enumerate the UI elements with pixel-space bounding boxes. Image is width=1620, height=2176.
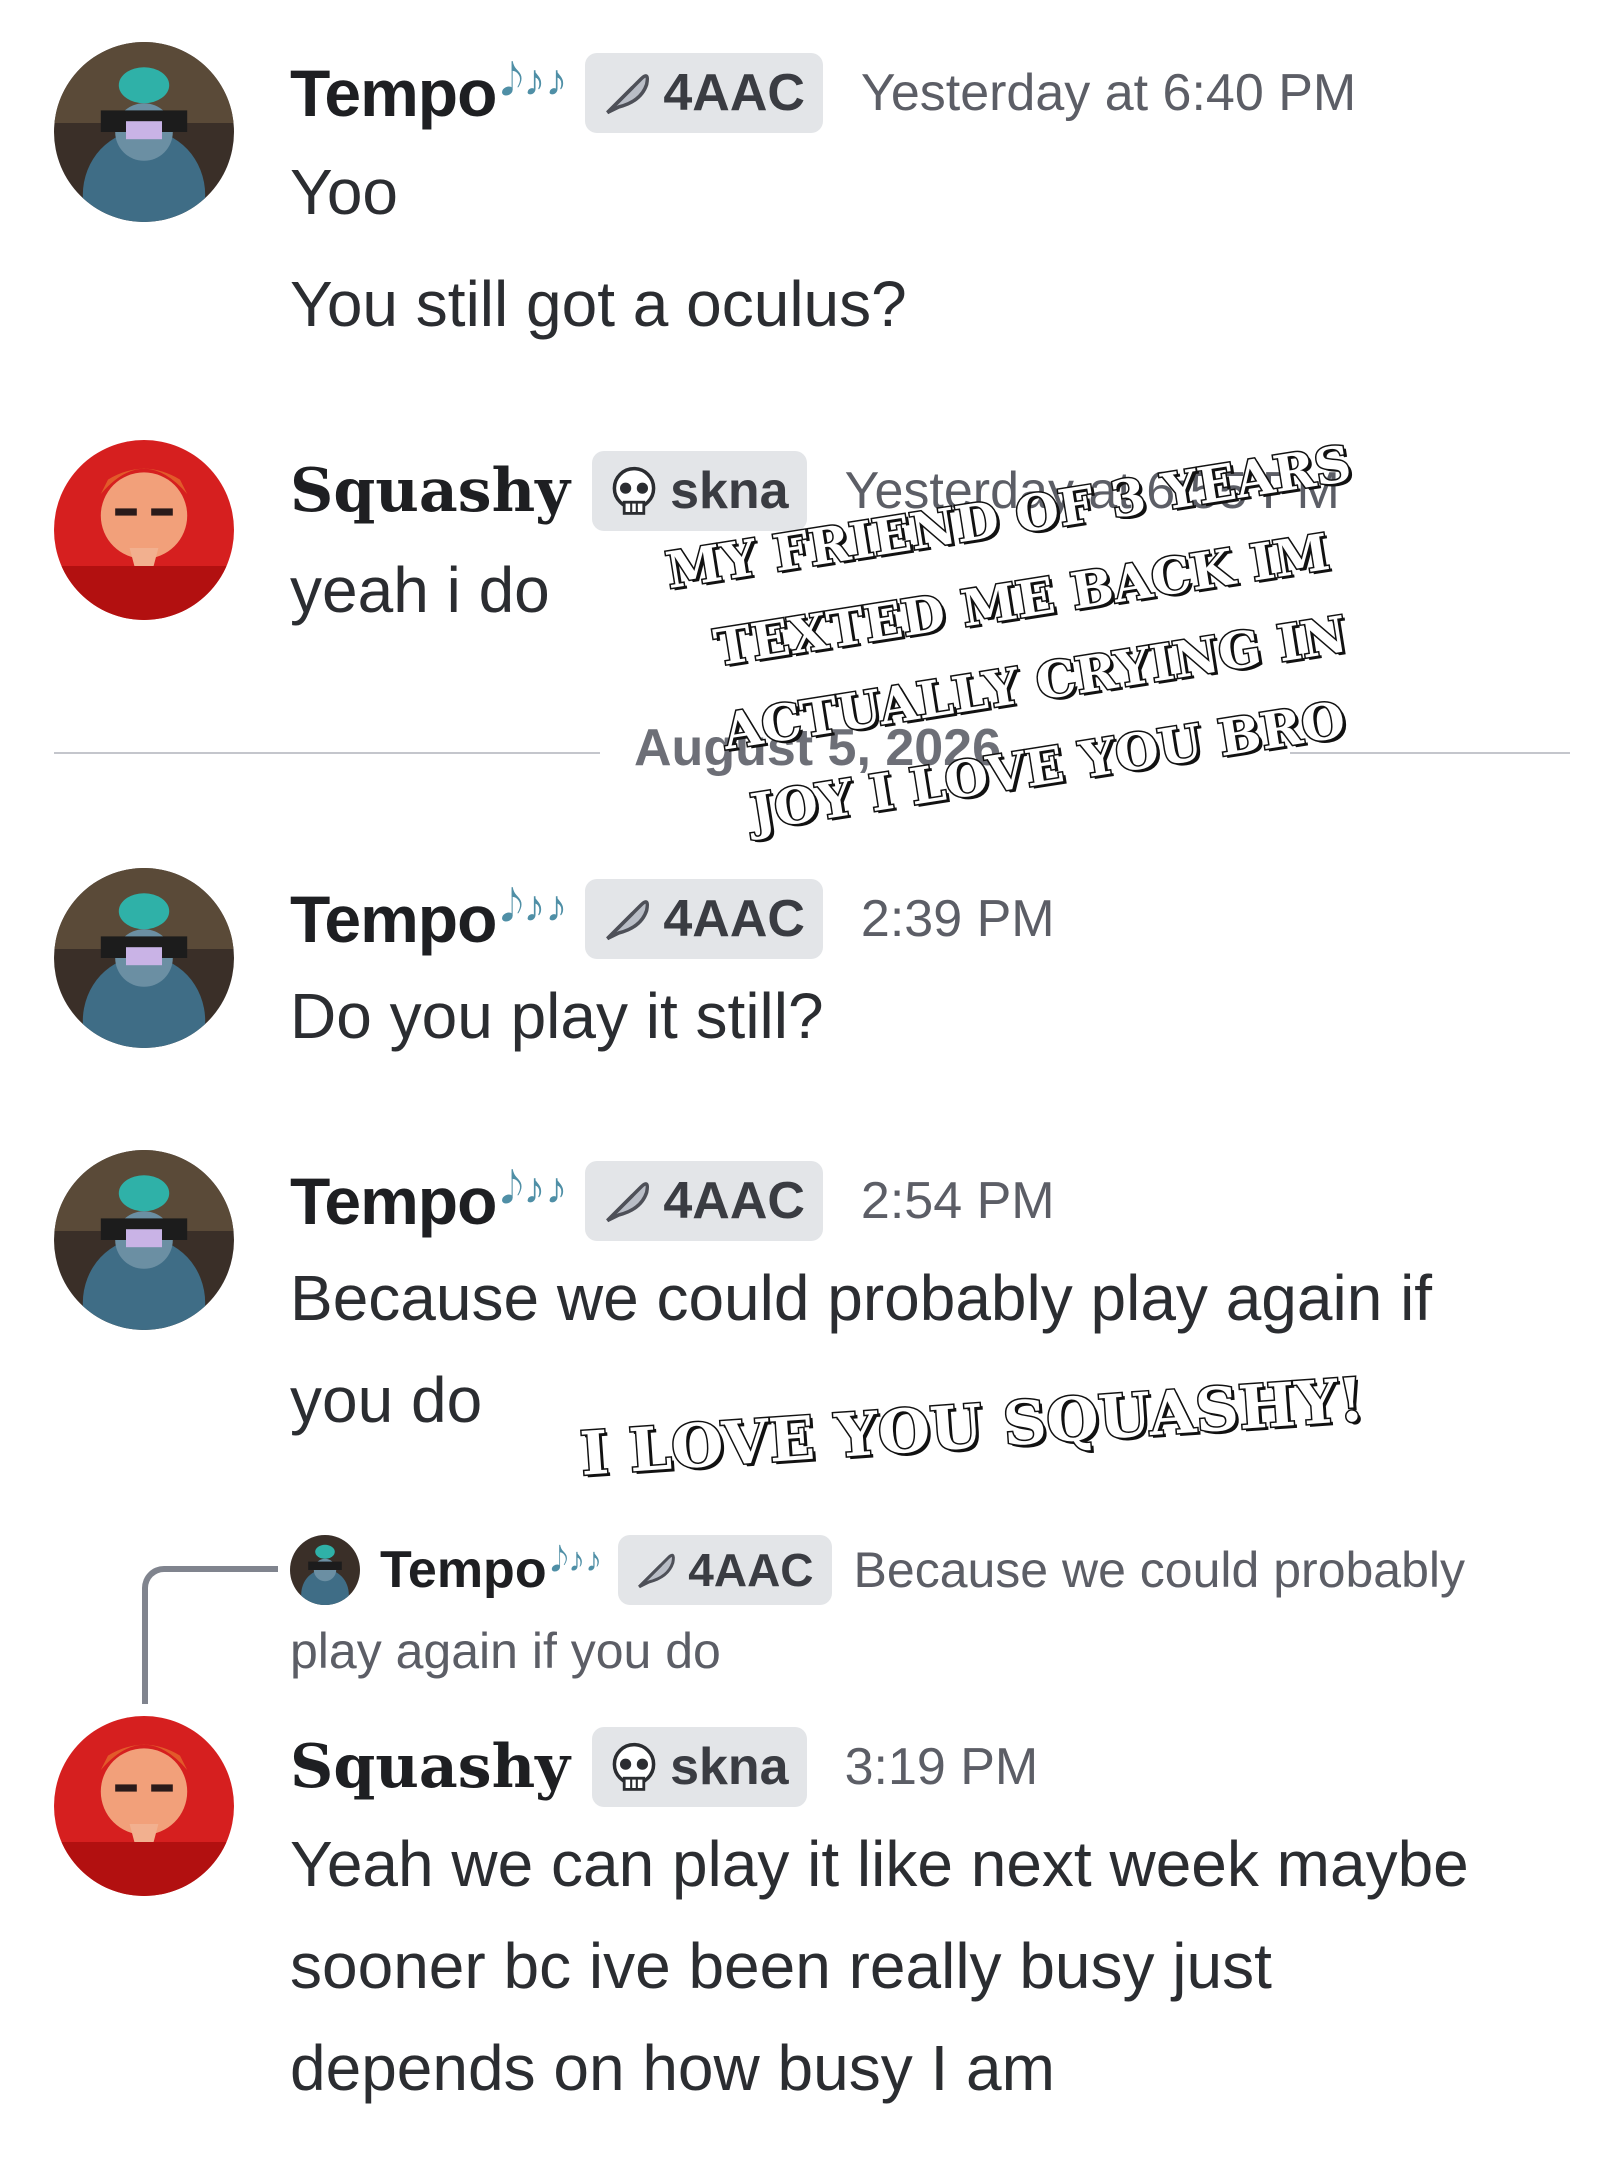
feather-icon	[606, 74, 650, 115]
clan-tag[interactable]: 4AAC	[585, 879, 823, 959]
message-line: depends on how busy I am	[290, 2032, 1055, 2104]
clan-tag[interactable]: 4AAC	[585, 53, 823, 133]
username[interactable]: Tempo	[290, 1163, 497, 1239]
reply-text: Because we could probably	[853, 1542, 1466, 1598]
tag-label: 4AAC	[663, 890, 805, 948]
tag-label: skna	[670, 1738, 789, 1796]
squashy-avatar[interactable]	[54, 1716, 234, 1896]
reply-text: play again if you do	[290, 1623, 721, 1679]
clan-tag[interactable]: skna	[592, 1727, 807, 1807]
tempo-avatar-small	[290, 1535, 360, 1605]
message-line: Do you play it still?	[290, 980, 824, 1052]
reply-preview[interactable]: Tempo 𝅘𝅥𝅮♪♪ 4AAC Because we could probab…	[290, 1530, 1570, 1680]
skull-icon	[612, 1742, 656, 1791]
clan-tag[interactable]: 4AAC	[618, 1535, 832, 1605]
reply-connector	[142, 1566, 278, 1704]
tempo-avatar[interactable]	[54, 42, 234, 222]
skull-icon	[612, 466, 656, 515]
music-notes-icon: 𝅘𝅥𝅮♪♪	[500, 882, 568, 931]
timestamp: 2:54 PM	[860, 1172, 1055, 1230]
username[interactable]: Squashy	[290, 456, 570, 526]
date-divider-line	[54, 752, 600, 754]
tag-label: 4AAC	[663, 64, 805, 122]
reply-username[interactable]: Tempo	[380, 1540, 547, 1600]
timestamp: Yesterday at 6:40 PM	[860, 64, 1357, 122]
timestamp: 3:19 PM	[844, 1738, 1039, 1796]
message-line: You still got a oculus?	[290, 268, 907, 340]
tempo-avatar[interactable]	[54, 868, 234, 1048]
squashy-avatar[interactable]	[54, 440, 234, 620]
music-notes-icon: 𝅘𝅥𝅮♪♪	[500, 1164, 568, 1213]
username[interactable]: Tempo	[290, 55, 497, 131]
tag-label: 4AAC	[688, 1544, 814, 1596]
message-line: Yeah we can play it like next week maybe	[290, 1828, 1469, 1900]
timestamp: 2:39 PM	[860, 890, 1055, 948]
username[interactable]: Tempo	[290, 881, 497, 957]
message-line: Because we could probably play again if	[290, 1262, 1433, 1334]
tag-label: 4AAC	[663, 1172, 805, 1230]
message-line: Yoo	[290, 156, 398, 228]
username[interactable]: Squashy	[290, 1732, 570, 1802]
clan-tag[interactable]: 4AAC	[585, 1161, 823, 1241]
music-notes-icon: 𝅘𝅥𝅮♪♪	[550, 1540, 603, 1579]
tempo-avatar[interactable]	[54, 1150, 234, 1330]
feather-icon	[606, 900, 650, 941]
feather-icon	[606, 1182, 650, 1223]
feather-icon	[638, 1553, 676, 1589]
music-notes-icon: 𝅘𝅥𝅮♪♪	[500, 56, 568, 105]
message-line: sooner bc ive been really busy just	[290, 1930, 1272, 2002]
